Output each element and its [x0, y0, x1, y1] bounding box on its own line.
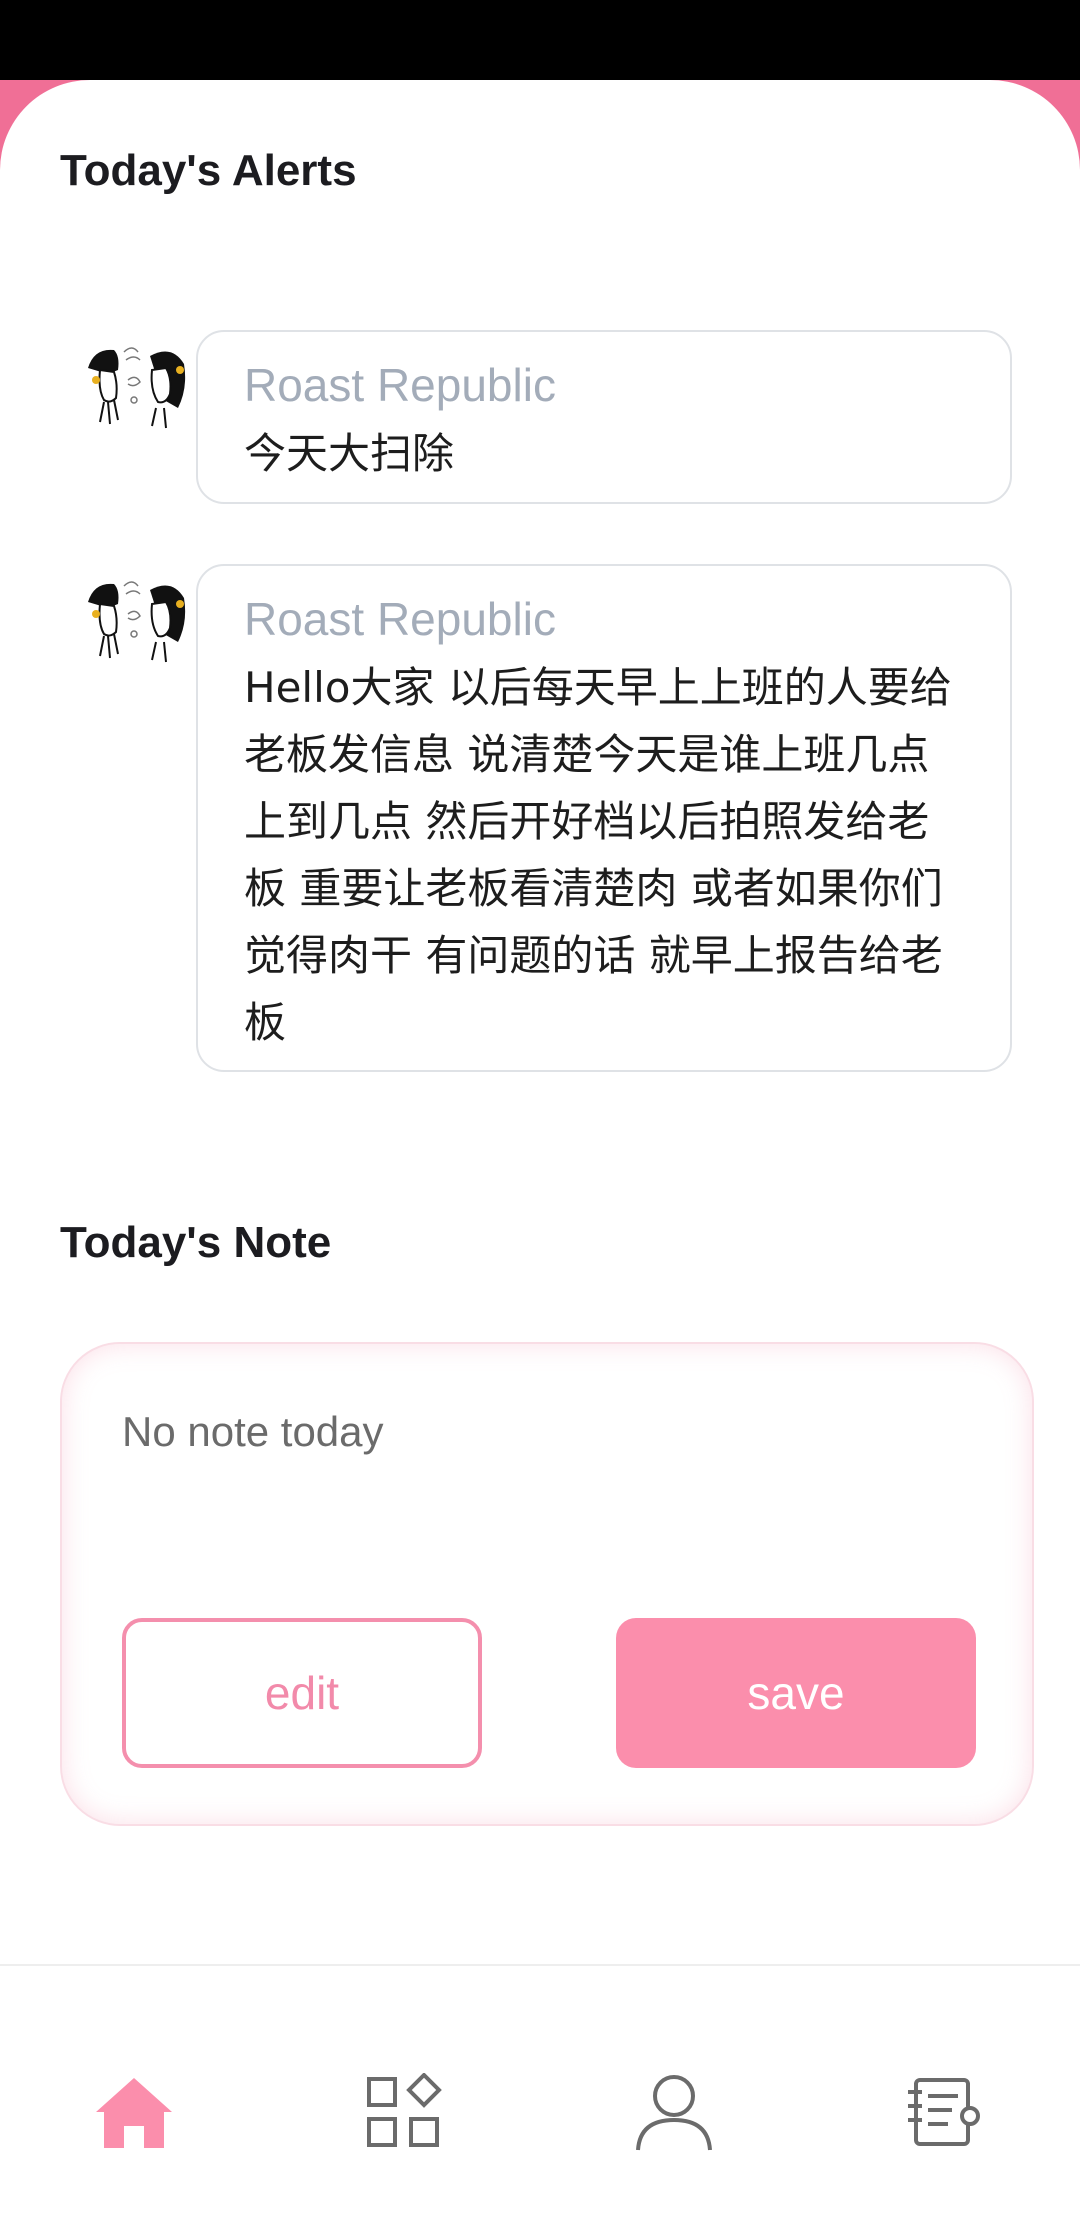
- nav-notes[interactable]: [894, 2062, 994, 2162]
- save-button[interactable]: save: [616, 1618, 976, 1768]
- alert-bubble: Roast Republic 今天大扫除: [196, 330, 1012, 504]
- status-bar: [0, 0, 1080, 80]
- alert-sender: Roast Republic: [244, 593, 556, 645]
- nav-profile[interactable]: [624, 2062, 724, 2162]
- avatar: [80, 330, 190, 440]
- nav-apps[interactable]: [354, 2062, 454, 2162]
- alert-sender: Roast Republic: [244, 359, 556, 411]
- edit-button[interactable]: edit: [122, 1618, 482, 1768]
- apps-icon: [365, 2073, 443, 2151]
- alert-bubble: Roast Republic Hello大家 以后每天早上上班的人要给老板发信息…: [196, 564, 1012, 1072]
- nav-home[interactable]: [84, 2062, 184, 2162]
- avatar: [80, 564, 190, 674]
- alert-message: 今天大扫除: [244, 429, 455, 478]
- profile-icon: [634, 2072, 714, 2152]
- notes-icon: [904, 2074, 984, 2150]
- alerts-section-title: Today's Alerts: [60, 146, 357, 195]
- home-icon: [92, 2074, 176, 2150]
- note-card: No note today edit save: [60, 1342, 1034, 1826]
- note-section-title: Today's Note: [60, 1218, 332, 1267]
- alert-message: Hello大家 以后每天早上上班的人要给老板发信息 说清楚今天是谁上班几点上到几…: [244, 663, 952, 1047]
- bottom-nav: [0, 1964, 1080, 2240]
- note-text[interactable]: No note today: [122, 1408, 384, 1456]
